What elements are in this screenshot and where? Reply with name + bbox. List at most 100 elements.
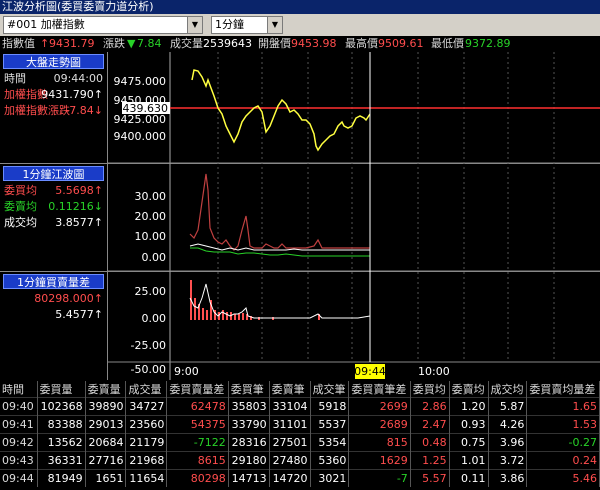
data-table: 時間 委買量 委賣量 成交量 委買賣量差 委買筆 委賣筆 成交筆 委買賣筆差 委…	[0, 381, 600, 487]
row-value: 3.8577↑	[55, 216, 103, 229]
table-cell: 102368	[37, 397, 86, 416]
info-row-index: 加權指數 9431.790↑	[0, 87, 107, 103]
table-cell: 83388	[37, 415, 86, 434]
row-value: 5.4577↑	[55, 308, 103, 321]
table-row[interactable]: 09:42 13562 20684 21179 -7122 28316 27501 5354 8…	[0, 433, 600, 452]
table-cell: 09:41	[0, 415, 38, 434]
chart-area: 9475.000 9450.000 9425.000 9400.000 9439…	[108, 52, 600, 380]
table-cell: 23560	[125, 415, 168, 434]
bid-avg-line	[189, 173, 370, 251]
table-cell: 1.20	[449, 397, 489, 416]
table-cell: 2689	[348, 415, 411, 434]
table-cell: 35803	[228, 397, 270, 416]
table-cell: -7122	[166, 433, 229, 452]
table-cell: 13562	[37, 433, 86, 452]
table-cell: 1651	[85, 469, 127, 487]
row-label: 時間	[4, 72, 26, 85]
table-cell: 3.96	[488, 433, 528, 452]
row-label: 成交均	[4, 216, 37, 229]
info-row-avg-diff: 5.4577↑	[0, 307, 107, 323]
wave-panel-title[interactable]: 1分鐘江波圖	[3, 166, 104, 181]
p3-tick-3: -50.00	[131, 363, 166, 376]
change-label: 漲跌	[103, 37, 125, 50]
row-label: 委賣均	[4, 200, 37, 213]
p3-tick-0: 25.00	[135, 285, 167, 298]
table-cell: 27501	[269, 433, 311, 452]
vertical-grid	[217, 52, 555, 362]
col-header: 委買賣均量差	[526, 381, 600, 398]
table-cell: 21179	[125, 433, 168, 452]
table-cell: 5354	[310, 433, 350, 452]
open-label: 開盤價	[258, 37, 291, 50]
table-cell: 28316	[228, 433, 270, 452]
table-cell: 2.47	[410, 415, 450, 434]
info-row-bid-avg: 委買均 5.5698↑	[0, 183, 107, 199]
table-row[interactable]: 09:43 36331 27716 21968 8615 29180 27480 5360 16…	[0, 451, 600, 470]
time-cursor: 09:44	[354, 365, 386, 378]
table-row[interactable]: 09:40 102368 39890 34727 62478 35803 33104 5918…	[0, 397, 600, 416]
table-cell: 33790	[228, 415, 270, 434]
info-row-trade-avg: 成交均 3.8577↑	[0, 215, 107, 231]
chevron-down-icon[interactable]: ▼	[187, 17, 202, 33]
col-header: 委賣量	[85, 381, 127, 398]
wave-info-panel: 1分鐘江波圖 委買均 5.5698↑ 委賣均 0.11216↓ 成交均 3.85…	[0, 164, 108, 271]
window-title: 江波分析圖(委買委賣力道分析)	[0, 0, 600, 14]
table-cell: 39890	[85, 397, 127, 416]
table-cell: 1629	[348, 451, 411, 470]
index-info-panel: 大盤走勢圖 時間 09:44:00 加權指數 9431.790↑ 加權指數漲跌 …	[0, 52, 108, 163]
time-mid: 10:00	[418, 365, 450, 378]
table-cell: 3021	[310, 469, 350, 487]
row-value: 9431.790↑	[41, 88, 103, 101]
row-value: -7.84↓	[65, 104, 103, 117]
table-cell: 21968	[125, 451, 168, 470]
col-header: 時間	[0, 381, 38, 398]
high-value: 9509.61	[378, 37, 424, 50]
col-header: 委買筆	[228, 381, 270, 398]
table-cell: 1.65	[526, 397, 600, 416]
table-cell: 29180	[228, 451, 270, 470]
info-row-ask-avg: 委賣均 0.11216↓	[0, 199, 107, 215]
p3-tick-2: -25.00	[131, 339, 166, 352]
table-cell: 11654	[125, 469, 168, 487]
interval-select[interactable]: 1分鐘 ▼	[211, 16, 283, 34]
col-header: 成交均	[488, 381, 528, 398]
quote-bar: 指數值 ↑ 9431.79 漲跌 ▼ 7.84 成交量 2539643 開盤價 …	[0, 36, 600, 52]
row-value: 5.5698↑	[55, 184, 103, 197]
table-cell: 14713	[228, 469, 270, 487]
col-header: 委買賣筆差	[348, 381, 411, 398]
table-cell: 0.48	[410, 433, 450, 452]
change-value: 7.84	[137, 37, 162, 50]
symbol-select[interactable]: #001 加權指數 ▼	[3, 16, 203, 34]
volume-label: 成交量	[170, 37, 203, 50]
row-label: 委買均	[4, 184, 37, 197]
table-cell: 09:43	[0, 451, 38, 470]
high-label: 最高價	[345, 37, 378, 50]
table-cell: 09:40	[0, 397, 38, 416]
table-cell: 1.01	[449, 451, 489, 470]
p2-tick-1: 20.00	[135, 210, 167, 223]
table-cell: 4.26	[488, 415, 528, 434]
table-cell: 81949	[37, 469, 86, 487]
row-value: 80298.000↑	[34, 292, 103, 305]
row-value: 0.11216↓	[48, 200, 103, 213]
p3-tick-1: 0.00	[142, 312, 167, 325]
table-cell: 62478	[166, 397, 229, 416]
p2-tick-3: 0.00	[142, 251, 167, 264]
avg-diff-line	[189, 283, 371, 319]
index-panel-title[interactable]: 大盤走勢圖	[3, 54, 104, 69]
diff-panel-title[interactable]: 1分鐘買賣量差	[3, 274, 104, 289]
table-row[interactable]: 09:41 83388 29013 23560 54375 33790 31101 5537 2…	[0, 415, 600, 434]
chevron-down-icon[interactable]: ▼	[267, 17, 282, 33]
table-cell: 09:44	[0, 469, 38, 487]
p2-tick-2: 10.00	[135, 230, 167, 243]
ref-label: 9439.630	[116, 102, 169, 115]
table-cell: 33104	[269, 397, 311, 416]
table-cell: 1.25	[410, 451, 450, 470]
table-cell: 5360	[310, 451, 350, 470]
table-cell: 3.86	[488, 469, 528, 487]
col-header: 委買均	[410, 381, 450, 398]
table-cell: 0.24	[526, 451, 600, 470]
table-cell: 20684	[85, 433, 127, 452]
table-row[interactable]: 09:44 81949 1651 11654 80298 14713 14720 3021 -7…	[0, 469, 600, 487]
table-cell: 09:42	[0, 433, 38, 452]
